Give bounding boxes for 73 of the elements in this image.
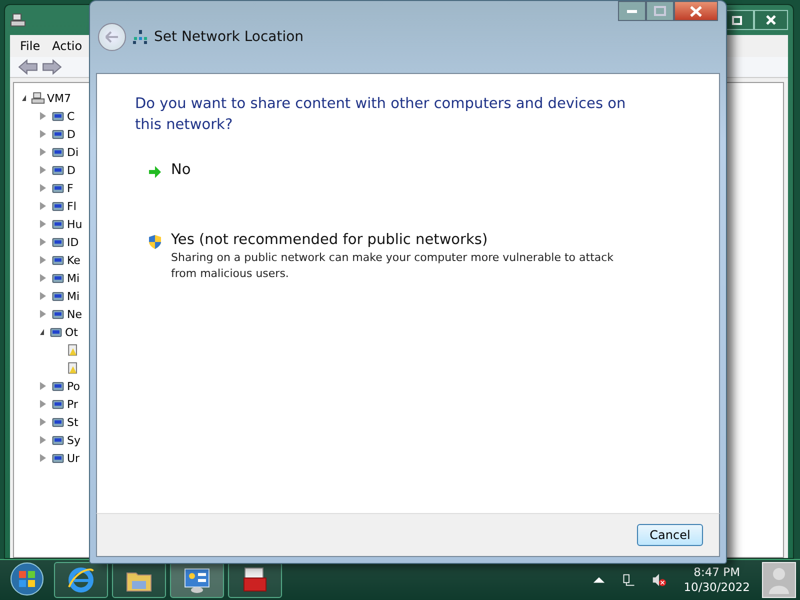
network-tray-icon[interactable] bbox=[622, 573, 636, 587]
device-icon bbox=[51, 217, 65, 231]
close-icon bbox=[766, 15, 776, 25]
device-icon bbox=[51, 271, 65, 285]
device-warning-icon bbox=[66, 361, 80, 375]
option-link[interactable]: No bbox=[135, 162, 681, 180]
tree-item[interactable]: Sy bbox=[67, 434, 80, 446]
tree-item[interactable]: Ot bbox=[65, 326, 78, 338]
tree-item[interactable]: Hu bbox=[67, 218, 82, 230]
option-link[interactable]: Yes (not recommended for public networks) Sharing on a public network can make your computer more vulnerable to attack from malicious users. bbox=[135, 232, 681, 282]
tree-item[interactable]: Di bbox=[67, 146, 79, 158]
device-icon bbox=[51, 415, 65, 429]
close-button[interactable] bbox=[674, 1, 718, 21]
device-icon bbox=[51, 397, 65, 411]
back-arrow-icon bbox=[105, 31, 119, 43]
tree-item[interactable]: Ne bbox=[67, 308, 82, 320]
arrow-icon bbox=[147, 164, 163, 180]
device-icon bbox=[51, 181, 65, 195]
computer-icon bbox=[10, 12, 26, 28]
tree-item[interactable]: D bbox=[67, 164, 76, 176]
close-button[interactable] bbox=[754, 10, 788, 30]
device-icon bbox=[51, 109, 65, 123]
network-icon bbox=[132, 29, 148, 45]
device-icon bbox=[49, 325, 63, 339]
tree-item[interactable]: Fl bbox=[67, 200, 76, 212]
device-icon bbox=[51, 379, 65, 393]
forward-arrow-icon[interactable] bbox=[42, 59, 62, 75]
maximize-icon bbox=[654, 6, 666, 16]
device-icon bbox=[51, 163, 65, 177]
device-icon bbox=[51, 307, 65, 321]
device-icon bbox=[51, 289, 65, 303]
device-icon bbox=[51, 127, 65, 141]
shield-icon bbox=[147, 234, 163, 250]
menu-item[interactable]: File bbox=[20, 39, 40, 53]
back-button[interactable] bbox=[98, 23, 126, 51]
back-arrow-icon[interactable] bbox=[18, 59, 38, 75]
maximize-icon bbox=[732, 16, 742, 24]
question-heading: Do you want to share content with other computers and devices on this network? bbox=[135, 95, 627, 135]
tree-item[interactable]: Ke bbox=[67, 254, 80, 266]
tree-item[interactable]: Pr bbox=[67, 398, 78, 410]
device-warning-icon bbox=[66, 343, 80, 357]
control-panel-taskbar-icon[interactable] bbox=[170, 562, 224, 598]
tree-item[interactable]: Ur bbox=[67, 452, 80, 464]
minimize-button[interactable] bbox=[618, 1, 646, 21]
expander-icon[interactable] bbox=[40, 329, 44, 335]
muted-speaker-icon[interactable] bbox=[652, 573, 666, 587]
toolbox-taskbar-icon[interactable] bbox=[228, 562, 282, 598]
device-icon bbox=[51, 433, 65, 447]
close-icon bbox=[690, 6, 702, 16]
device-icon bbox=[51, 199, 65, 213]
tree-item[interactable]: St bbox=[67, 416, 78, 428]
clock-date[interactable]: 10/30/2022 bbox=[684, 580, 750, 595]
dialog-title: Set Network Location bbox=[154, 29, 304, 45]
tree-item[interactable]: ID bbox=[67, 236, 79, 248]
cancel-button[interactable]: Cancel bbox=[637, 524, 703, 546]
user-avatar-icon[interactable] bbox=[762, 562, 796, 598]
tree-item[interactable]: F bbox=[67, 182, 74, 194]
device-icon bbox=[51, 235, 65, 249]
clock-time[interactable]: 8:47 PM bbox=[694, 565, 740, 580]
computer-icon bbox=[31, 91, 45, 105]
folder-taskbar-icon[interactable] bbox=[112, 562, 166, 598]
tree-item[interactable]: Mi bbox=[67, 290, 80, 302]
menu-item[interactable]: Actio bbox=[52, 39, 82, 53]
tree-item[interactable]: C bbox=[67, 110, 75, 122]
tree-item[interactable]: VM7 bbox=[47, 92, 72, 104]
browser-taskbar-icon[interactable] bbox=[54, 562, 108, 598]
minimize-icon bbox=[626, 8, 638, 14]
tree-item[interactable]: Po bbox=[67, 380, 80, 392]
device-icon bbox=[51, 253, 65, 267]
device-icon bbox=[51, 145, 65, 159]
tree-item[interactable]: D bbox=[67, 128, 76, 140]
device-icon bbox=[51, 451, 65, 465]
tree-item[interactable]: Mi bbox=[67, 272, 80, 284]
